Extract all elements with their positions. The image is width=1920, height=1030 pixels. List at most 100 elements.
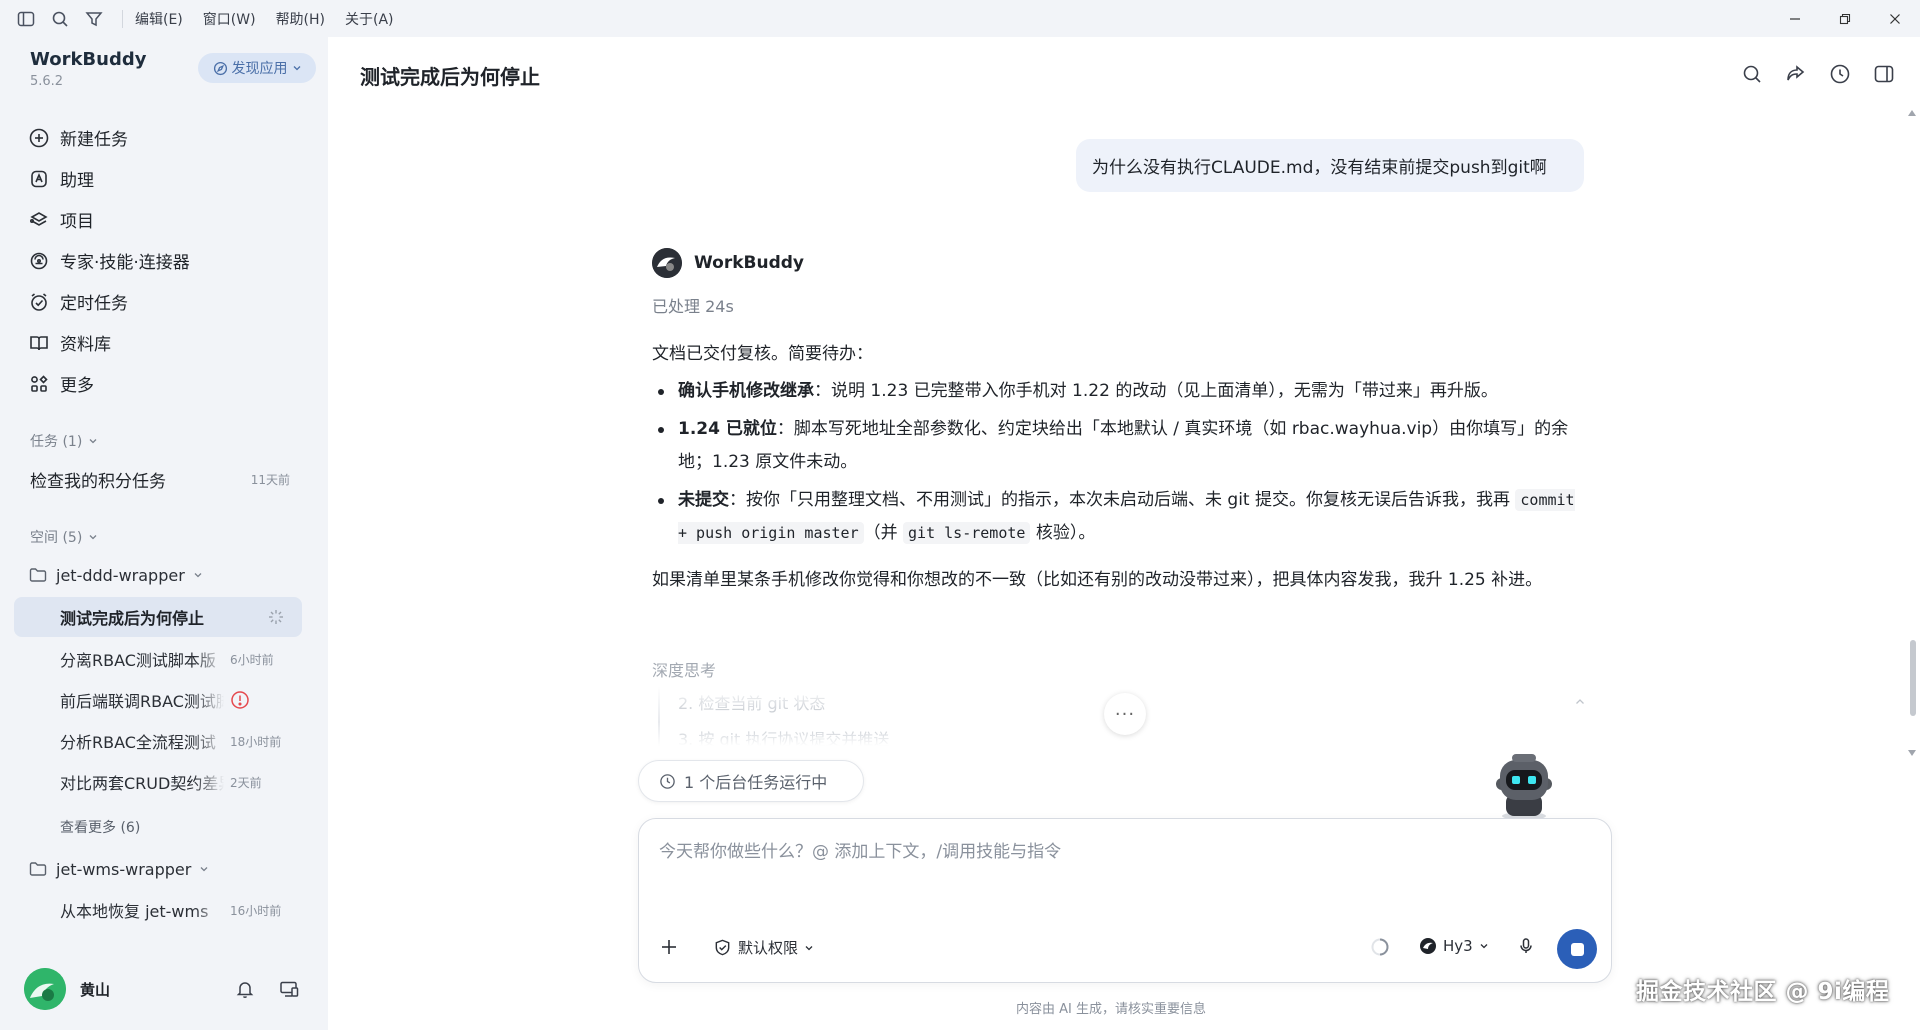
- nav-label: 新建任务: [60, 130, 128, 150]
- assistant-icon: [31, 170, 47, 187]
- space-item[interactable]: 从本地恢复 jet-wms 16小时前: [60, 898, 300, 922]
- space-folder[interactable]: jet-ddd-wrapper: [28, 565, 203, 585]
- menu-edit[interactable]: 编辑(E): [135, 9, 183, 29]
- menu-help[interactable]: 帮助(H): [276, 9, 325, 29]
- watermark: 掘金技术社区 @ 9i编程: [1636, 979, 1890, 1005]
- permission-select[interactable]: 默认权限: [713, 937, 814, 958]
- space-name: jet-ddd-wrapper: [56, 565, 185, 585]
- space-item-active[interactable]: 测试完成后为何停止: [60, 605, 300, 629]
- message-input[interactable]: [659, 837, 1589, 867]
- bullet-body: 核验）。: [1030, 523, 1096, 543]
- space-item-time: 16小时前: [230, 903, 282, 918]
- voice-input-button[interactable]: [1517, 937, 1535, 955]
- space-item-title: 分离RBAC测试脚本版: [60, 651, 216, 670]
- restore-icon[interactable]: [1820, 0, 1870, 37]
- expert-icon: [30, 252, 48, 269]
- spaces-section-header[interactable]: 空间 (5): [30, 527, 98, 547]
- bullet-body: ：说明 1.23 已完整带入你手机对 1.22 的改动（见上面清单），无需为「带…: [814, 381, 1498, 401]
- project-icon: [29, 211, 48, 226]
- space-item[interactable]: 前后端联调RBAC测试脚本: [60, 688, 300, 712]
- bullet-head: 确认手机修改继承: [678, 381, 814, 401]
- space-item-time: 6小时前: [230, 652, 274, 667]
- nav-library[interactable]: 资料库: [28, 322, 190, 363]
- space-item-title: 前后端联调RBAC测试脚本: [60, 692, 224, 711]
- share-icon[interactable]: [1784, 62, 1808, 86]
- filter-icon[interactable]: [84, 9, 104, 29]
- progress-ring-icon: [1371, 938, 1389, 956]
- folder-icon: [29, 568, 47, 582]
- nav-assistant[interactable]: 助理: [28, 158, 190, 199]
- discover-label: 发现应用: [231, 61, 288, 77]
- nav-scheduled[interactable]: 定时任务: [28, 281, 190, 322]
- bullet-body: （并: [863, 523, 904, 543]
- space-item-title: 分析RBAC全流程测试: [60, 733, 216, 752]
- robot-mascot-icon[interactable]: [1486, 750, 1562, 820]
- user-name: 黄山: [80, 980, 111, 999]
- search-icon[interactable]: [50, 9, 70, 29]
- scroll-up-icon[interactable]: [1906, 108, 1918, 118]
- bot-name: WorkBuddy: [694, 253, 804, 273]
- main-header: 测试完成后为何停止: [328, 37, 1920, 109]
- nav-more[interactable]: 更多: [28, 363, 190, 404]
- menu-window[interactable]: 窗口(W): [203, 9, 256, 29]
- space-folder[interactable]: jet-wms-wrapper: [28, 859, 209, 879]
- alert-icon: [231, 691, 249, 709]
- close-icon[interactable]: [1870, 0, 1920, 37]
- task-item[interactable]: 检查我的积分任务 11天前: [30, 467, 290, 492]
- context-progress-indicator[interactable]: [1370, 937, 1390, 957]
- space-item-title: 从本地恢复 jet-wms: [60, 902, 209, 921]
- minimize-icon[interactable]: [1770, 0, 1820, 37]
- bot-header: WorkBuddy: [652, 248, 804, 278]
- menu-divider: [122, 9, 123, 28]
- tasks-section-label: 任务 (1): [30, 434, 83, 450]
- sidebar-toggle-icon[interactable]: [16, 9, 36, 29]
- add-attachment-button[interactable]: [659, 937, 679, 957]
- chevron-up-icon[interactable]: [1574, 696, 1586, 708]
- nav-label: 资料库: [60, 335, 111, 355]
- panel-toggle-icon[interactable]: [1872, 62, 1896, 86]
- nav-label: 助理: [60, 171, 94, 191]
- nav-label: 项目: [60, 212, 94, 232]
- ai-disclaimer: 内容由 AI 生成，请核实重要信息: [1016, 1002, 1206, 1017]
- tasks-section-header[interactable]: 任务 (1): [30, 431, 98, 451]
- microphone-icon: [1520, 938, 1532, 953]
- model-select[interactable]: Hy3: [1419, 937, 1489, 955]
- avatar[interactable]: [24, 968, 66, 1010]
- nav-new-task[interactable]: 新建任务: [28, 117, 190, 158]
- stop-generation-button[interactable]: [1557, 929, 1597, 969]
- clock-icon: [660, 773, 675, 789]
- window-controls: [1770, 0, 1920, 37]
- brand: WorkBuddy 5.6.2: [30, 49, 146, 89]
- menu-about[interactable]: 关于(A): [345, 9, 394, 29]
- processed-time: 已处理 24s: [652, 297, 734, 316]
- space-item[interactable]: 分离RBAC测试脚本版 6小时前: [60, 647, 300, 671]
- answer-list: 确认手机修改继承：说明 1.23 已完整带入你手机对 1.22 的改动（见上面清…: [652, 375, 1582, 550]
- space-item[interactable]: 对比两套CRUD契约差异 2天前: [60, 770, 300, 794]
- user-message-bubble: 为什么没有执行CLAUDE.md，没有结束前提交push到git啊: [1076, 139, 1584, 192]
- grid-icon: [31, 374, 48, 392]
- nav-label: 更多: [60, 376, 94, 396]
- chevron-down-icon: [89, 439, 97, 444]
- alarm-clock-icon: [31, 292, 47, 311]
- compass-icon: [213, 61, 227, 75]
- scrollbar-thumb[interactable]: [1910, 640, 1916, 716]
- inline-code: git ls-remote: [903, 522, 1031, 544]
- discover-apps-button[interactable]: 发现应用: [198, 53, 316, 83]
- more-dots-label: ···: [1114, 703, 1136, 725]
- nav-project[interactable]: 项目: [28, 199, 190, 240]
- history-clock-icon[interactable]: [1828, 62, 1852, 86]
- nav-experts[interactable]: 专家·技能·连接器: [28, 240, 190, 281]
- devices-icon[interactable]: [278, 978, 300, 1000]
- deep-think-toggle[interactable]: 深度思考: [652, 657, 716, 681]
- answer-bullet: 1.24 已就位：脚本写死地址全部参数化、约定块给出「本地默认 / 真实环境（如…: [652, 413, 1582, 479]
- search-icon[interactable]: [1740, 62, 1764, 86]
- space-item-title: 测试完成后为何停止: [60, 609, 205, 628]
- bell-icon[interactable]: [234, 978, 256, 1000]
- scroll-down-icon[interactable]: [1906, 748, 1918, 758]
- background-task-pill[interactable]: 1 个后台任务运行中: [638, 760, 864, 802]
- see-more-link[interactable]: 查看更多 (6): [60, 817, 140, 837]
- more-options-button[interactable]: ···: [1104, 693, 1146, 735]
- shield-check-icon: [715, 939, 730, 956]
- bullet-body: ：按你「只用整理文档、不用测试」的指示，本次未启动后端、未 git 提交。你复核…: [729, 490, 1516, 510]
- space-item[interactable]: 分析RBAC全流程测试 18小时前: [60, 729, 300, 753]
